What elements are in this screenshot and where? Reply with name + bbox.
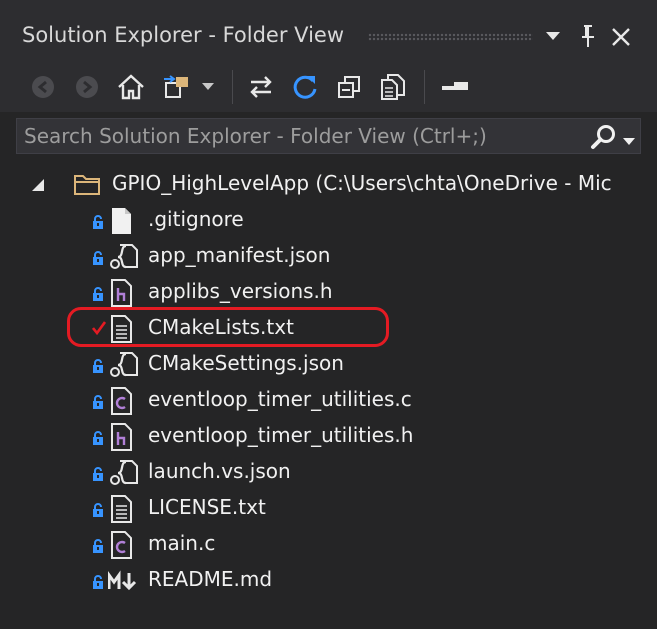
tree-item-label: CMakeSettings.json	[148, 351, 344, 375]
search-box	[16, 118, 641, 154]
tree-item[interactable]: .gitignore	[0, 203, 657, 239]
json-file-icon	[108, 351, 138, 383]
tree-item[interactable]: applibs_versions.h	[0, 275, 657, 311]
lock-icon	[92, 430, 104, 449]
tree-item[interactable]: launch.vs.json	[0, 455, 657, 491]
header-file-icon	[108, 423, 134, 455]
back-icon[interactable]	[26, 70, 60, 104]
toolbar	[0, 64, 657, 112]
search-input[interactable]	[17, 119, 582, 153]
sync-with-active-document-icon[interactable]	[244, 70, 278, 104]
lock-icon	[92, 214, 104, 233]
tree-item[interactable]: eventloop_timer_utilities.h	[0, 419, 657, 455]
lock-icon	[92, 502, 104, 521]
forward-icon[interactable]	[70, 70, 104, 104]
close-icon[interactable]	[608, 24, 634, 50]
refresh-icon[interactable]	[288, 70, 322, 104]
lock-icon	[92, 394, 104, 413]
toolbar-separator	[232, 70, 233, 104]
collapse-all-icon[interactable]	[332, 70, 366, 104]
title-bar: Solution Explorer - Folder View	[0, 0, 657, 64]
folder-icon	[73, 171, 101, 201]
tree-item[interactable]: LICENSE.txt	[0, 491, 657, 527]
lock-icon	[92, 286, 104, 305]
tree-item[interactable]: app_manifest.json	[0, 239, 657, 275]
tree-item-label: main.c	[148, 531, 216, 555]
tree-item[interactable]: main.c	[0, 527, 657, 563]
c-file-icon	[108, 531, 134, 563]
switch-views-dropdown-icon[interactable]	[196, 70, 220, 104]
tree-item-label: LICENSE.txt	[148, 495, 266, 519]
tree-item-label: launch.vs.json	[148, 459, 291, 483]
tree-root-row[interactable]: GPIO_HighLevelApp (C:\Users\chta\OneDriv…	[0, 167, 657, 203]
expanded-arrow-icon[interactable]	[31, 177, 45, 196]
json-file-icon	[108, 243, 138, 275]
tree-item[interactable]: CMakeSettings.json	[0, 347, 657, 383]
markdown-file-icon	[107, 567, 138, 599]
tree-item[interactable]: eventloop_timer_utilities.c	[0, 383, 657, 419]
search-options-dropdown-icon[interactable]	[623, 131, 635, 150]
tree-item-label: eventloop_timer_utilities.h	[148, 423, 414, 447]
lock-icon	[92, 358, 104, 377]
lock-icon	[92, 250, 104, 269]
json-file-icon	[108, 459, 138, 491]
home-icon[interactable]	[114, 70, 148, 104]
drag-grip[interactable]	[368, 33, 533, 41]
tree-item[interactable]: README.md	[0, 563, 657, 599]
text-file-icon	[108, 495, 134, 527]
tree-item-label: eventloop_timer_utilities.c	[148, 387, 412, 411]
toolbar-separator	[424, 70, 425, 104]
lock-icon	[92, 574, 104, 593]
search-icon[interactable]	[590, 123, 618, 155]
lock-icon	[92, 466, 104, 485]
tree-root-label: GPIO_HighLevelApp (C:\Users\chta\OneDriv…	[112, 171, 612, 195]
dropdown-arrow-icon[interactable]	[543, 26, 563, 46]
tree-item-label: applibs_versions.h	[148, 279, 333, 303]
tree-item-label: README.md	[148, 567, 273, 591]
window-title: Solution Explorer - Folder View	[22, 23, 344, 47]
switch-views-icon[interactable]	[160, 70, 194, 104]
file-tree: GPIO_HighLevelApp (C:\Users\chta\OneDriv…	[0, 167, 657, 597]
lock-icon	[92, 538, 104, 557]
show-all-files-icon[interactable]	[376, 70, 410, 104]
properties-icon[interactable]	[438, 70, 472, 104]
highlight-annotation	[67, 307, 389, 347]
pin-icon[interactable]	[577, 22, 599, 50]
text-file-icon	[108, 207, 134, 239]
tree-item-label: app_manifest.json	[148, 243, 331, 267]
c-file-icon	[108, 387, 134, 419]
tree-item-label: .gitignore	[148, 207, 244, 231]
